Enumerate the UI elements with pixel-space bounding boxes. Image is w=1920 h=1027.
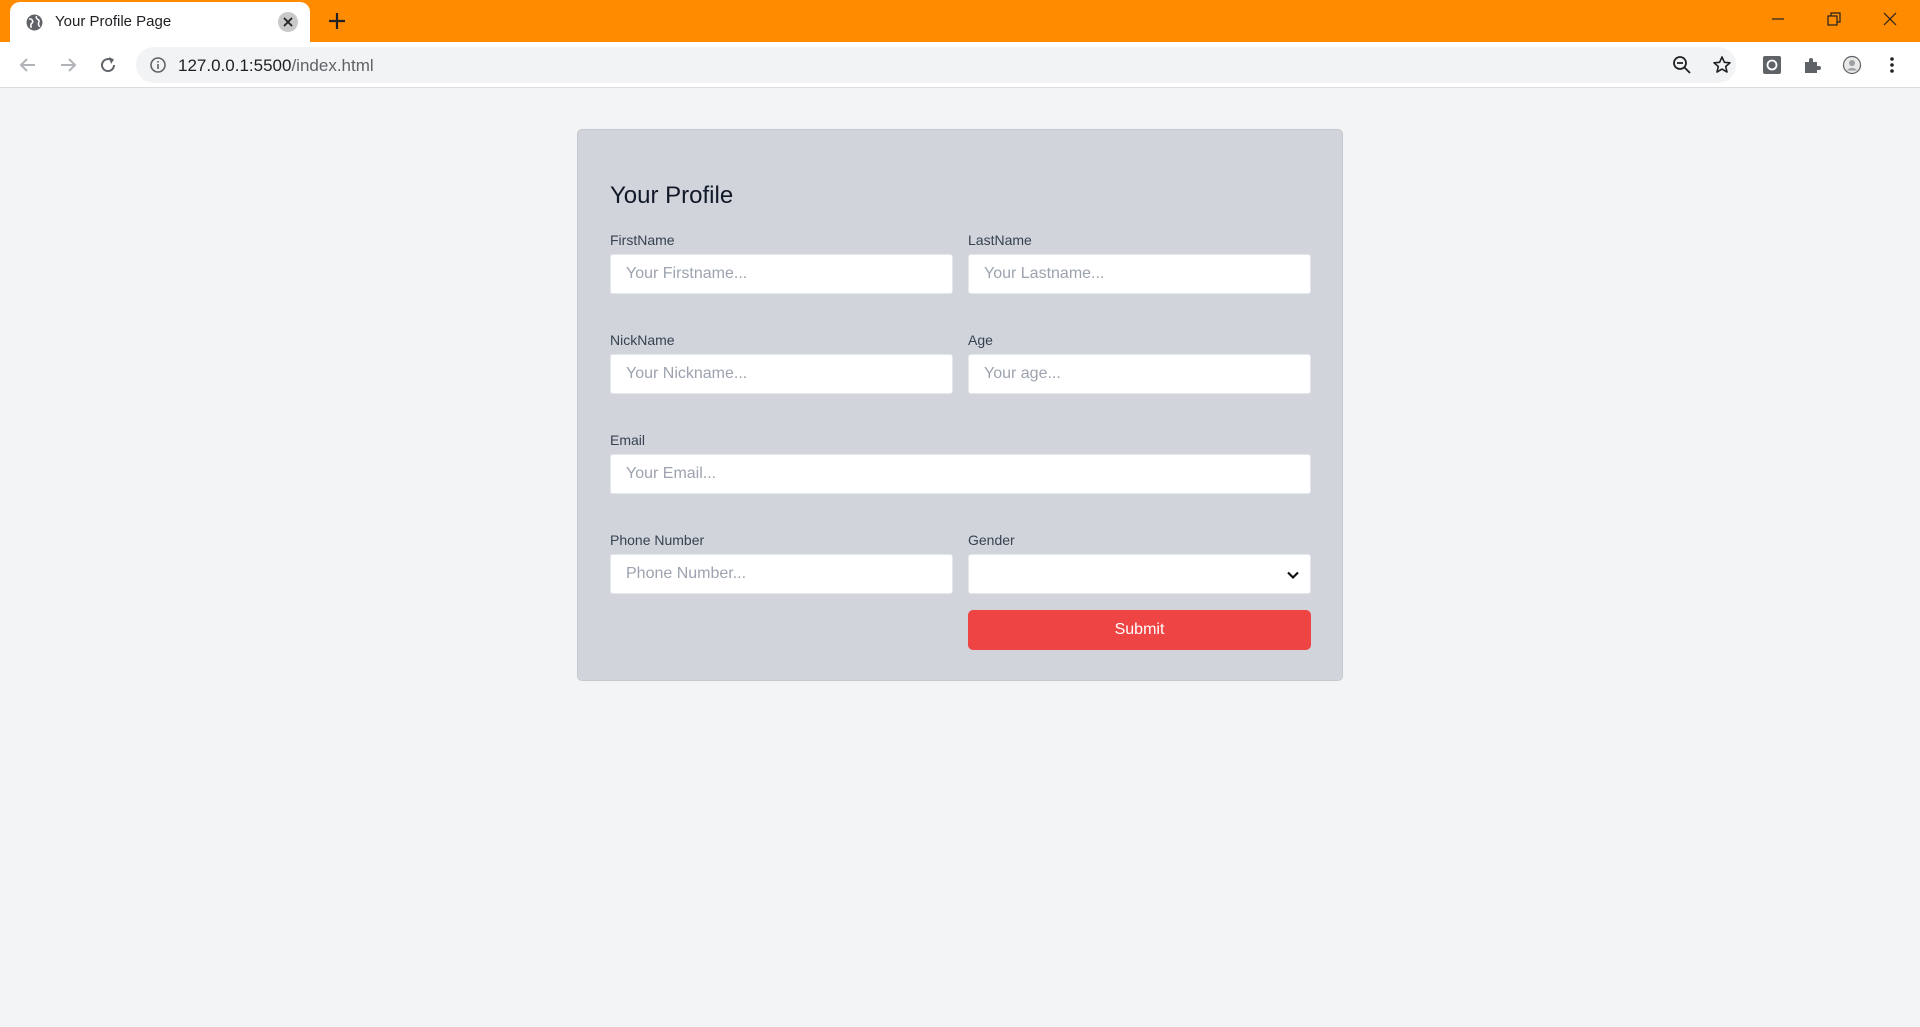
puzzle-extensions-icon[interactable] xyxy=(1802,55,1822,75)
tab-strip: Your Profile Page xyxy=(0,0,1920,42)
firstname-input[interactable] xyxy=(610,254,953,294)
phone-input[interactable] xyxy=(610,554,953,594)
phone-label: Phone Number xyxy=(610,532,705,548)
restore-icon xyxy=(1827,12,1841,26)
globe-icon xyxy=(26,14,43,31)
page-title: Your Profile xyxy=(610,182,734,209)
firstname-label: FirstName xyxy=(610,232,675,248)
lastname-input[interactable] xyxy=(968,254,1311,294)
browser-tab[interactable]: Your Profile Page xyxy=(10,2,310,42)
new-tab-plus-icon[interactable] xyxy=(326,10,348,32)
url-text[interactable]: 127.0.0.1:5500/index.html xyxy=(178,56,374,76)
url-path: /index.html xyxy=(291,56,374,75)
tab-title: Your Profile Page xyxy=(55,13,172,30)
close-window-button[interactable] xyxy=(1862,0,1918,38)
star-bookmark-icon[interactable] xyxy=(1712,55,1732,75)
kebab-menu-icon[interactable] xyxy=(1882,55,1902,75)
close-icon xyxy=(283,17,293,27)
nickname-label: NickName xyxy=(610,332,675,348)
tab-close-button[interactable] xyxy=(278,12,298,32)
minimize-button[interactable] xyxy=(1750,0,1806,38)
url-host: 127.0.0.1:5500 xyxy=(178,56,292,75)
profile-card: Your Profile FirstName LastName NickName… xyxy=(577,129,1343,681)
gender-select[interactable] xyxy=(968,554,1311,594)
info-icon[interactable] xyxy=(150,57,166,73)
profile-avatar-icon[interactable] xyxy=(1842,55,1862,75)
back-button[interactable] xyxy=(14,51,42,79)
arrow-right-icon xyxy=(61,58,77,72)
chevron-down-icon xyxy=(1287,571,1299,580)
age-label: Age xyxy=(968,332,993,348)
browser-toolbar: 127.0.0.1:5500/index.html xyxy=(0,42,1920,88)
restore-button[interactable] xyxy=(1806,0,1862,38)
email-label: Email xyxy=(610,432,646,448)
gender-label: Gender xyxy=(968,532,1015,548)
arrow-left-icon xyxy=(19,58,35,72)
address-bar[interactable]: 127.0.0.1:5500/index.html xyxy=(136,47,1736,83)
email-input[interactable] xyxy=(610,454,1311,494)
age-input[interactable] xyxy=(968,354,1311,394)
reload-button[interactable] xyxy=(94,51,122,79)
submit-button[interactable]: Submit xyxy=(968,610,1311,650)
nickname-input[interactable] xyxy=(610,354,953,394)
close-icon xyxy=(1883,12,1897,26)
reload-icon xyxy=(101,57,116,73)
lastname-label: LastName xyxy=(968,232,1032,248)
forward-button[interactable] xyxy=(54,51,82,79)
minimize-icon xyxy=(1772,18,1784,20)
zoom-out-icon[interactable] xyxy=(1672,55,1692,75)
extension-o-icon[interactable] xyxy=(1762,55,1782,75)
